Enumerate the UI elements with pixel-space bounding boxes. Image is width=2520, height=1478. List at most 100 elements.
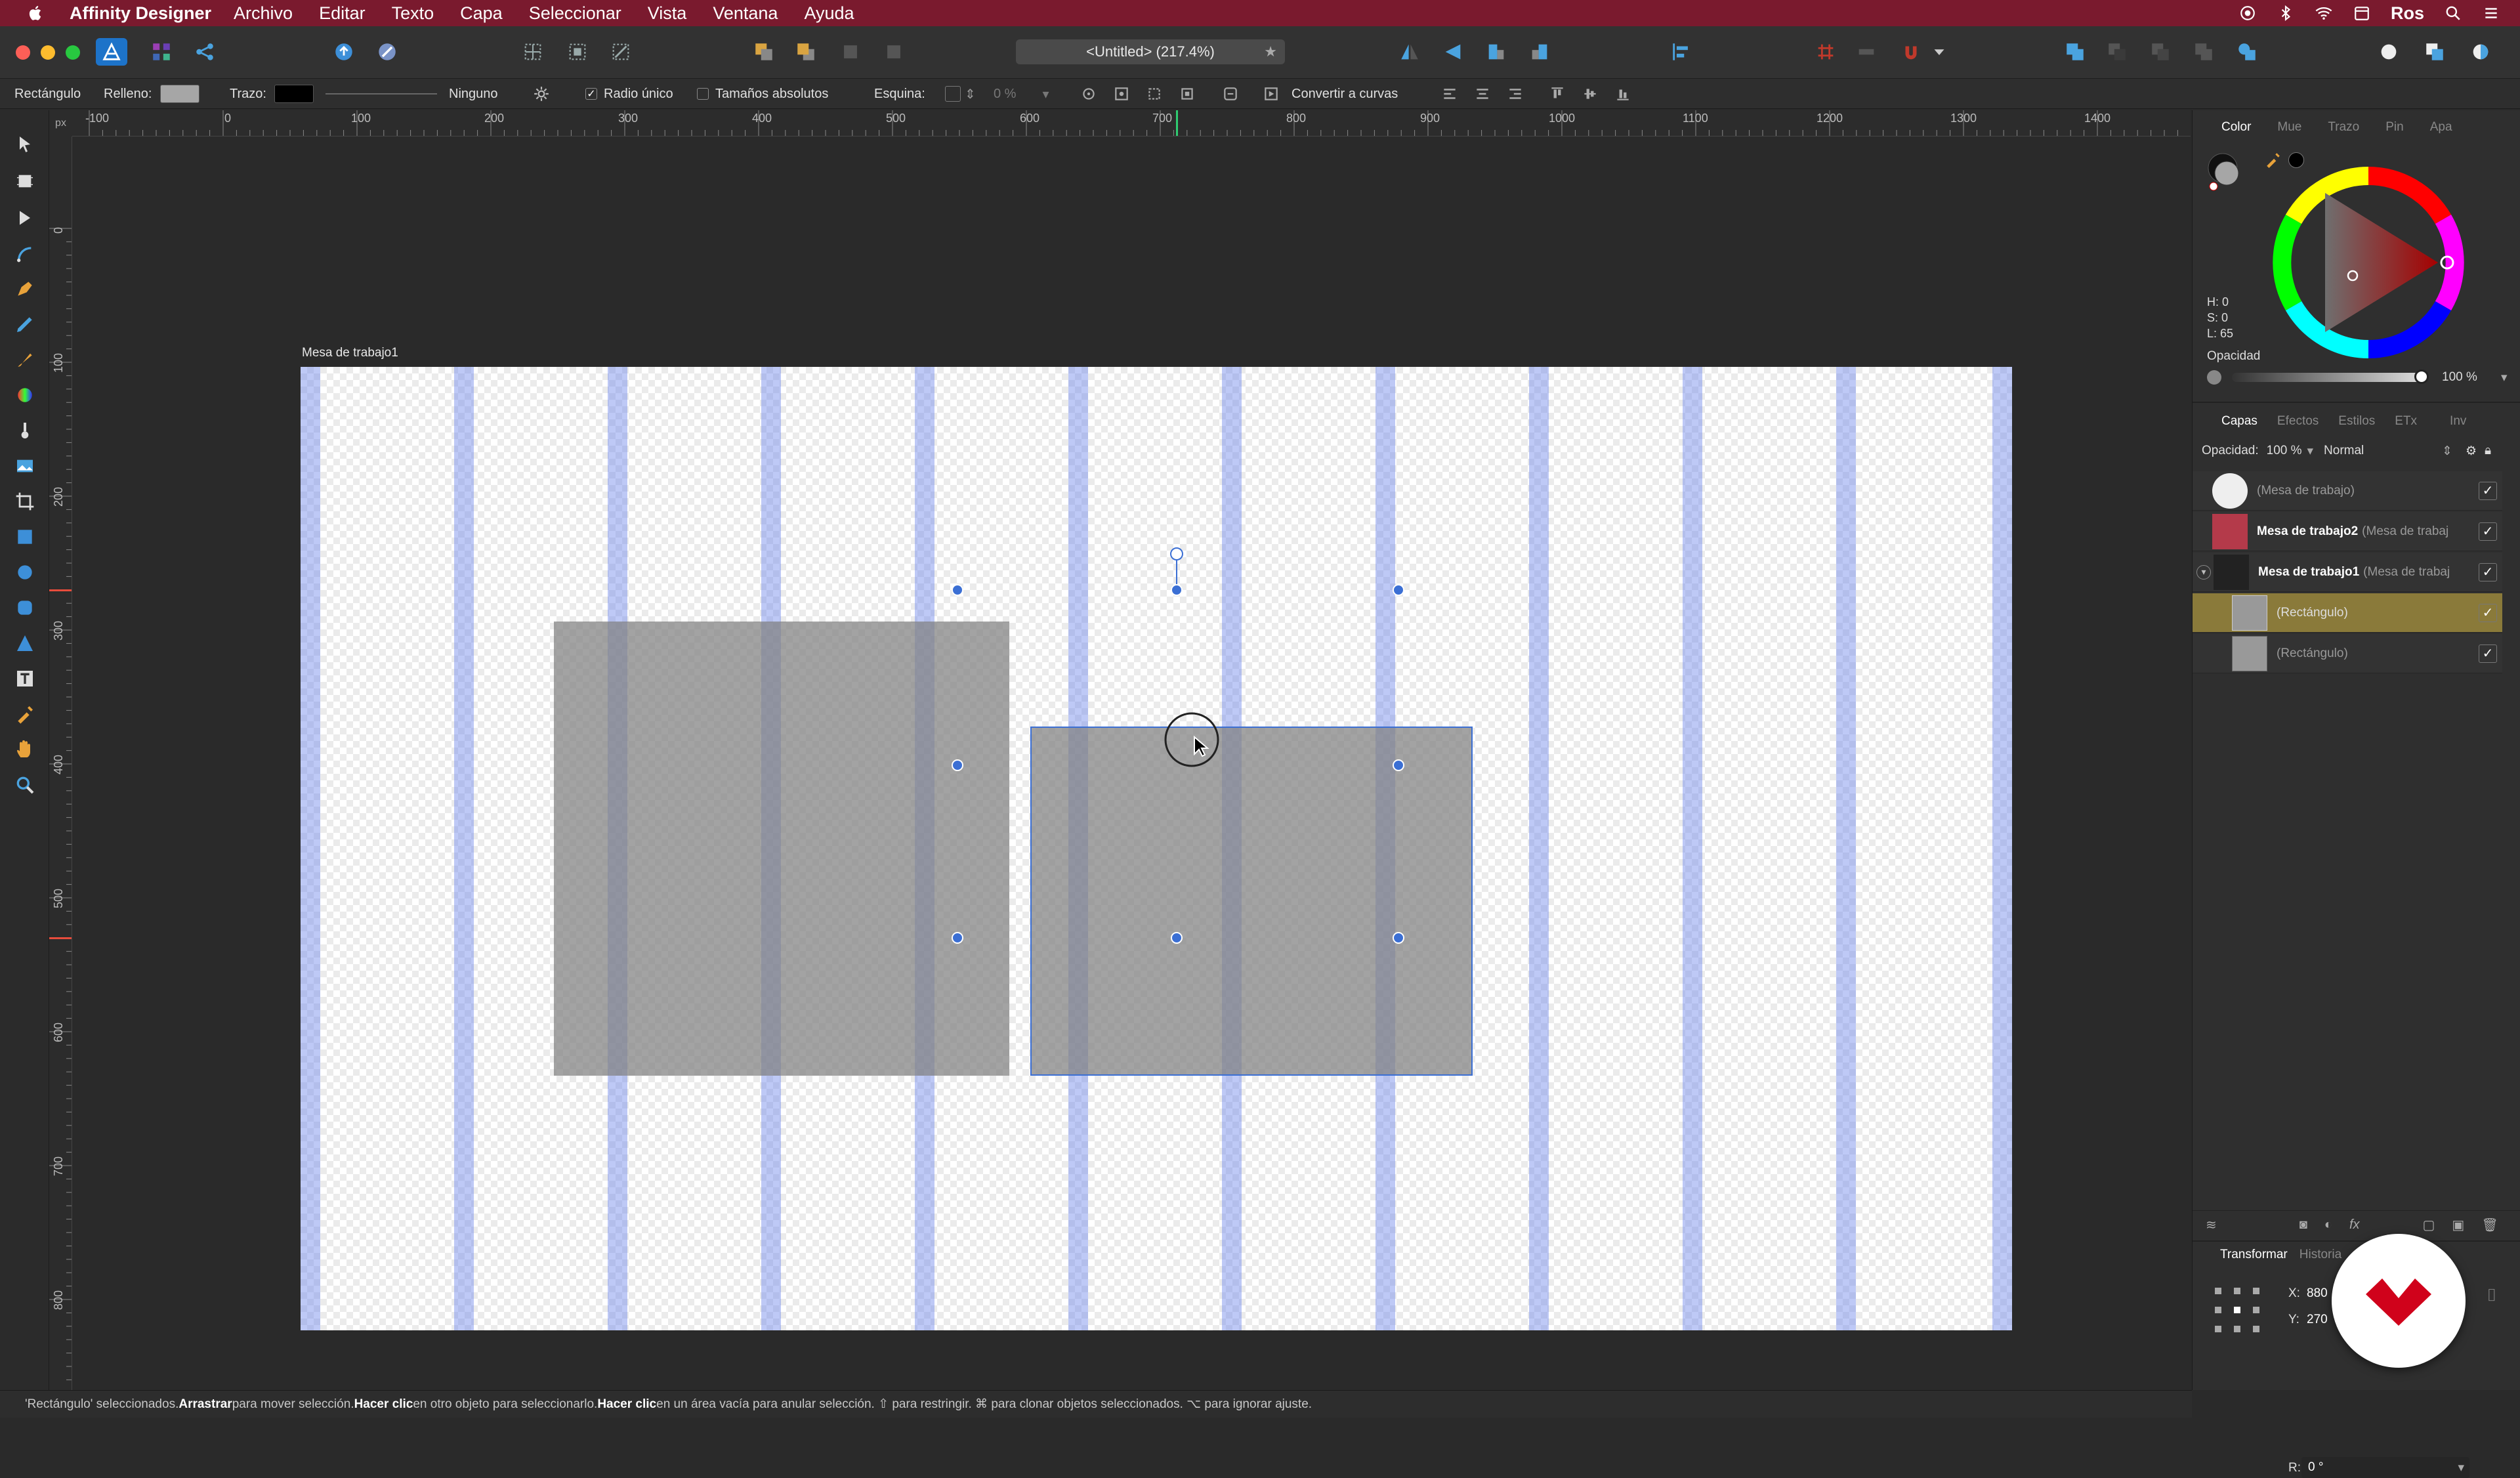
artboard-tool-icon[interactable]: [12, 168, 38, 194]
layer-visibility-checkbox[interactable]: ✓: [2479, 603, 2497, 622]
stroke-width-slider[interactable]: [326, 93, 437, 95]
rectangle-tool-icon[interactable]: [12, 524, 38, 550]
menu-app-name[interactable]: Affinity Designer: [70, 3, 211, 24]
adjustment-icon[interactable]: ◐: [2324, 1217, 2332, 1233]
menubar-user[interactable]: Ros: [2391, 3, 2424, 24]
boolean-add-icon[interactable]: [2059, 38, 2091, 66]
tab-transform[interactable]: Transformar: [2220, 1248, 2288, 1262]
single-radius-checkbox[interactable]: ✓: [585, 88, 597, 100]
rounded-rectangle-tool-icon[interactable]: [12, 595, 38, 621]
search-icon[interactable]: [2444, 4, 2462, 22]
text-tool-icon[interactable]: [12, 665, 38, 692]
tab-text-styles[interactable]: ETx: [2395, 414, 2417, 429]
studio-color-icon[interactable]: [2465, 38, 2496, 66]
lock-icon[interactable]: 🔒︎: [2485, 444, 2491, 458]
layer-row[interactable]: (Mesa de trabajo) ✓: [2193, 471, 2502, 511]
zoom-window-button[interactable]: [66, 45, 80, 60]
tab-stroke[interactable]: Trazo: [2328, 120, 2359, 135]
color-wheel[interactable]: [2270, 164, 2467, 361]
menu-archivo[interactable]: Archivo: [234, 3, 293, 24]
convert-to-curves-icon[interactable]: [1263, 79, 1280, 109]
selection-handles[interactable]: [73, 137, 2191, 1390]
hand-tool-icon[interactable]: [12, 736, 38, 763]
color-picker-tool-icon[interactable]: [12, 701, 38, 727]
layer-row[interactable]: (Rectángulo) ✓: [2193, 634, 2502, 673]
tab-assets[interactable]: Inv: [2450, 414, 2466, 429]
layer-row-selected[interactable]: (Rectángulo) ✓: [2193, 593, 2502, 633]
opacity-reset-icon[interactable]: [2207, 370, 2221, 385]
layer-visibility-checkbox[interactable]: ✓: [2479, 644, 2497, 663]
y-value-field[interactable]: 270: [2307, 1313, 2328, 1327]
trash-icon[interactable]: 🗑︎: [2481, 1217, 2498, 1233]
node-tool-icon[interactable]: [12, 205, 38, 231]
align-icon[interactable]: [1666, 38, 1697, 66]
transparency-tool-icon[interactable]: [12, 417, 38, 444]
tab-styles[interactable]: Estilos: [2338, 414, 2375, 429]
snap-options-icon[interactable]: [1851, 38, 1882, 66]
new-layer-icon[interactable]: ▢: [2423, 1217, 2435, 1233]
tab-appearance[interactable]: Apa: [2430, 120, 2452, 135]
move-tool-icon[interactable]: [12, 131, 38, 158]
menu-ayuda[interactable]: Ayuda: [804, 3, 854, 24]
align-left-icon[interactable]: [1441, 79, 1458, 109]
corner-type-dropdown[interactable]: [945, 86, 961, 102]
pencil-tool-icon[interactable]: [12, 311, 38, 337]
layer-visibility-checkbox[interactable]: ✓: [2479, 562, 2497, 581]
menu-texto[interactable]: Texto: [392, 3, 434, 24]
opacity-dropdown-icon[interactable]: ▾: [2501, 370, 2508, 385]
snapping-magnet-icon[interactable]: [1895, 38, 1927, 66]
group-icon[interactable]: ▣: [2452, 1217, 2464, 1233]
tab-brushes[interactable]: Pin: [2385, 120, 2403, 135]
tab-swatches[interactable]: Mue: [2277, 120, 2301, 135]
move-forward-one-icon[interactable]: [878, 38, 910, 66]
designer-persona-icon[interactable]: [96, 38, 127, 66]
align-center-target-icon[interactable]: [1080, 79, 1097, 109]
resize-icon[interactable]: [1146, 79, 1163, 109]
arrange-front-icon[interactable]: [790, 38, 822, 66]
rotation-dropdown-icon[interactable]: ▾: [2458, 1460, 2464, 1475]
boolean-intersect-icon[interactable]: [2145, 38, 2176, 66]
crop-tool-icon[interactable]: [12, 488, 38, 515]
pixel-persona-icon[interactable]: [146, 38, 177, 66]
point-transform-tool-icon[interactable]: [12, 240, 38, 266]
align-center-icon[interactable]: [1474, 79, 1491, 109]
layers-stack-icon[interactable]: ≋: [2206, 1217, 2217, 1233]
wifi-icon[interactable]: [2315, 4, 2333, 22]
add-mask-icon[interactable]: ◙: [2300, 1217, 2307, 1233]
snapping-icon[interactable]: [605, 38, 637, 66]
zoom-tool-icon[interactable]: [12, 772, 38, 798]
tab-effects[interactable]: Efectos: [2277, 414, 2319, 429]
align-bottom-icon[interactable]: [1614, 79, 1631, 109]
ruler-left[interactable]: 0 100 200 300 400 500 600 700 800: [49, 137, 72, 1390]
studio-layers-icon[interactable]: [2373, 38, 2404, 66]
blend-mode-stepper-icon[interactable]: ⇕: [2442, 444, 2452, 459]
rotate-right-icon[interactable]: [1524, 38, 1555, 66]
convert-to-curves-button[interactable]: Convertir a curvas: [1292, 87, 1398, 102]
boolean-xor-icon[interactable]: [2188, 38, 2219, 66]
move-back-one-icon[interactable]: [835, 38, 866, 66]
transform-origin-icon[interactable]: [1222, 79, 1239, 109]
align-right-icon[interactable]: [1507, 79, 1524, 109]
layers-opacity-value[interactable]: 100 %: [2267, 444, 2302, 458]
ellipse-tool-icon[interactable]: [12, 559, 38, 585]
calendar-icon[interactable]: [2353, 4, 2371, 22]
ruler-top[interactable]: -100 0 100 200 300 400 500 600 700 800 9…: [72, 110, 2191, 137]
insert-inside-icon[interactable]: [562, 38, 593, 66]
fill-tool-icon[interactable]: [12, 382, 38, 408]
menu-seleccionar[interactable]: Seleccionar: [529, 3, 621, 24]
apple-icon[interactable]: [25, 2, 47, 24]
align-top-icon[interactable]: [1549, 79, 1566, 109]
layer-visibility-checkbox[interactable]: ✓: [2479, 522, 2497, 541]
export-persona-icon[interactable]: [189, 38, 220, 66]
corner-value[interactable]: 0 %: [994, 87, 1016, 102]
fx-icon[interactable]: fx: [2349, 1217, 2360, 1233]
expand-chevron-icon[interactable]: ▾: [2196, 564, 2211, 580]
pen-tool-icon[interactable]: [12, 276, 38, 302]
vector-brush-tool-icon[interactable]: [12, 347, 38, 373]
corner-type-stepper-icon[interactable]: ⇕: [965, 86, 976, 102]
stroke-style-value[interactable]: Ninguno: [449, 87, 498, 102]
star-icon[interactable]: ★: [1264, 43, 1277, 60]
anchor-selector[interactable]: [2212, 1285, 2262, 1335]
menu-editar[interactable]: Editar: [319, 3, 366, 24]
close-window-button[interactable]: [16, 45, 30, 60]
